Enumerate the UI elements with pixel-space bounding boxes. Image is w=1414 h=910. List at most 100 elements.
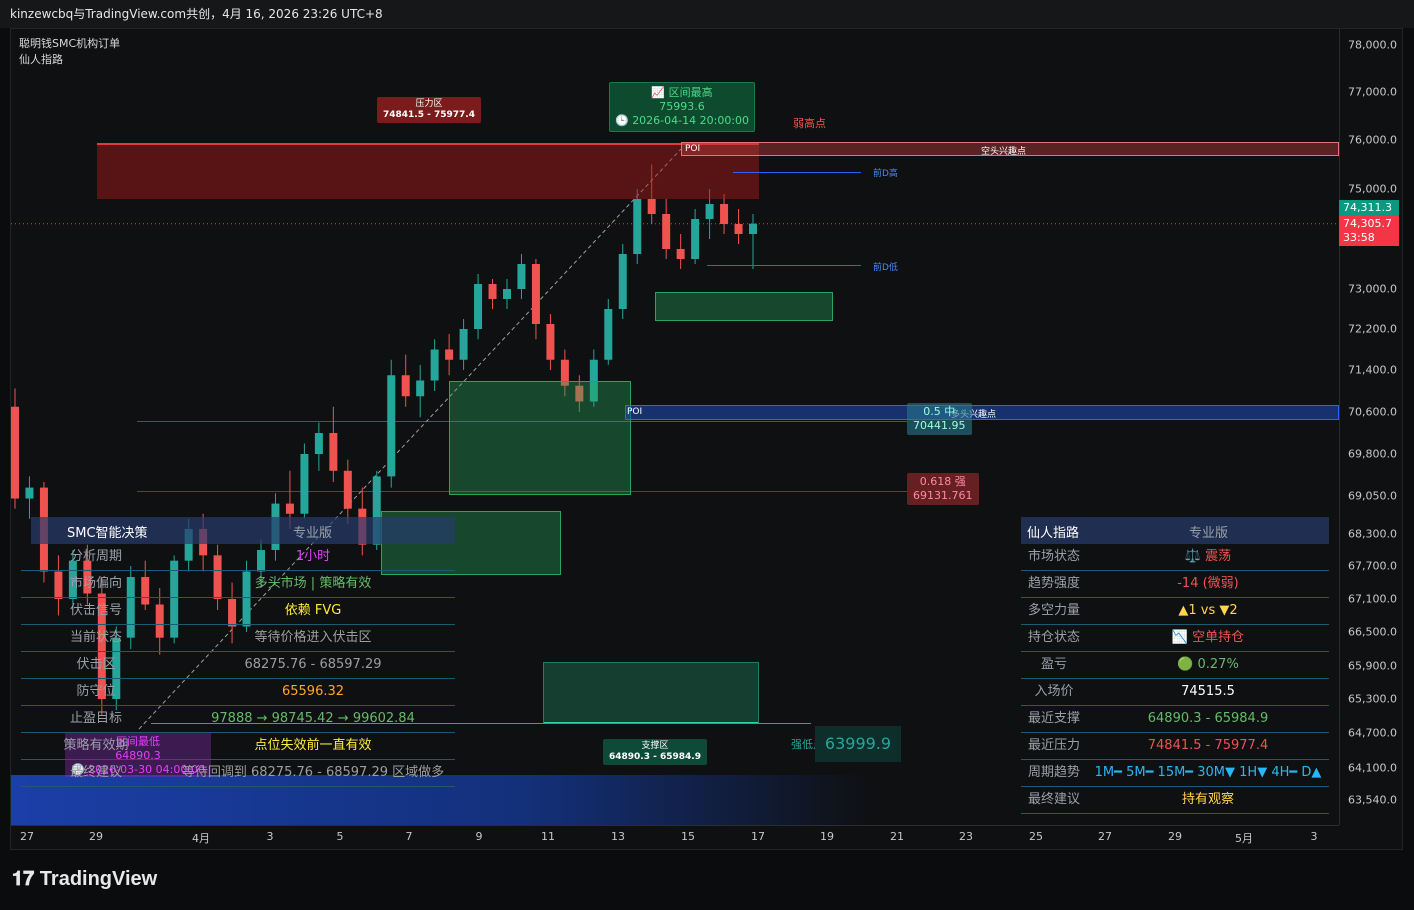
price-tick-label: 78,000.0 [1348,38,1397,52]
xr-row: 入场价 74515.5 [1021,679,1329,706]
candle-body [401,375,410,397]
time-tick-label: 27 [20,830,34,843]
candle-body [285,503,294,514]
range-high-box: 📈 区间最高 75993.6 🕒 2026-04-14 20:00:00 [609,82,755,132]
prev-day-low-label: 前D低 [873,263,898,273]
prev-day-high-label: 前D高 [873,169,898,179]
range-high-value: 75993.6 [659,100,705,113]
strong-low-tag: 63999.9 [815,726,901,762]
tradingview-logo[interactable]: 𝟏𝟕 TradingView [12,868,157,891]
time-axis[interactable]: 27 29 4月 3 5 7 9 11 13 15 17 19 21 23 25 27 29 5月 3 [11,825,1339,849]
smc-row-value: 97888 → 98745.42 → 99602.84 [211,711,415,726]
candle-body [691,219,700,259]
tv-logo-icon: 𝟏𝟕 [12,868,40,890]
time-tick-label: 3 [266,830,274,843]
smc-row-label: 最终建议 [69,765,122,780]
xr-row-value: 64890.3 - 65984.9 [1147,711,1269,726]
price-tick-label: 65,900.0 [1348,659,1397,673]
fib-05-tag: 0.5 中 70441.95 [907,403,972,435]
smc-row: 伏击信号 依赖 FVG [21,598,455,625]
price-tag-current: 74,305.7 33:58 [1339,216,1399,246]
candle-body [11,406,19,499]
price-axis[interactable]: 78,000.0 77,000.0 76,000.0 75,000.0 73,000.0… [1339,29,1403,825]
xr-row-value: -14 (微弱) [1177,576,1239,591]
time-tick-label: 17 [751,830,765,843]
clock-icon: 🕒 [614,114,633,127]
xr-row: 持仓状态 📉 空单持仓 [1021,625,1329,652]
candle-body [459,329,468,360]
plot-area[interactable]: POI 空头兴趣点 弱高点 压力区 74841.5 - 75977.4 📈 区间… [11,29,1339,825]
price-tick-label: 67,100.0 [1348,592,1397,606]
fib-0618-value: 69131.761 [913,489,973,502]
xr-row-value: 74515.5 [1181,684,1235,699]
smc-row-value: 等待价格进入伏击区 [254,630,372,645]
xr-row-value: 📉 空单持仓 [1171,630,1245,645]
price-tick-label: 75,000.0 [1348,182,1397,196]
smc-row: 市场偏向 多头市场 | 策略有效 [21,571,455,598]
fib-05-label: 0.5 中 [923,405,956,418]
smc-row-value: 依赖 FVG [284,603,342,618]
smc-row-value: 等待回调到 68275.76 - 68597.29 区域做多 [181,765,445,780]
price-tick-label: 66,500.0 [1348,625,1397,639]
price-tick-label: 68,300.0 [1348,527,1397,541]
pressure-zone [97,143,759,199]
candle-body [734,224,743,234]
smc-panel-header: SMC智能决策 专业版 [31,517,455,544]
chart-area[interactable]: POI 空头兴趣点 弱高点 压力区 74841.5 - 75977.4 📈 区间… [10,28,1403,850]
weak-high-label: 弱高点 [793,117,826,130]
candle-body [445,349,454,360]
xr-row-value: ▲1 vs ▼2 [1178,603,1238,618]
indicator-name-2[interactable]: 仙人指路 [19,51,63,67]
candle-body [488,284,497,299]
candle-body [618,254,627,309]
time-tick-label: 19 [820,830,834,843]
fvg-zone-mid [449,381,631,495]
smc-row-label: 止盈目标 [69,711,122,726]
candle-body [503,289,511,299]
xr-row-label: 最终建议 [1027,792,1080,807]
smc-decision-panel: SMC智能决策 专业版 分析周期 1小时 市场偏向 多头市场 | 策略有效 伏击信号 依赖… [21,517,455,787]
candle-body [749,223,757,234]
xr-row-label: 持仓状态 [1027,630,1080,645]
price-tick-label: 65,300.0 [1348,692,1397,706]
xr-row: 最终建议 持有观察 [1021,787,1329,814]
xr-row-label: 入场价 [1034,684,1074,699]
range-high-time: 2026-04-14 20:00:00 [632,114,750,127]
candle-body [343,470,352,509]
support-zone [543,662,759,724]
price-tick-label: 69,050.0 [1348,489,1397,503]
price-tick-label: 63,540.0 [1348,793,1397,807]
xr-row-label: 最近压力 [1027,738,1080,753]
pressure-zone-range: 74841.5 - 75977.4 [383,110,475,120]
xr-row: 盈亏 🟢 0.27% [1021,652,1329,679]
candle-body [474,284,483,329]
smc-panel-title: SMC智能决策 [67,526,148,541]
smc-row-value: 1小时 [295,549,331,564]
indicator-name-1[interactable]: 聪明钱SMC机构订单 [19,35,120,51]
xr-row-label: 盈亏 [1040,657,1067,672]
fib-0618-tag: 0.618 强 69131.761 [907,473,979,505]
xr-panel-header: 仙人指路 专业版 [1021,517,1329,544]
chart-icon: 📈 [651,86,669,99]
smc-row-label: 当前状态 [69,630,122,645]
pressure-zone-title: 压力区 [415,99,443,109]
price-tick-label: 67,700.0 [1348,559,1397,573]
candle-body [531,264,540,324]
smc-panel-edition: 专业版 [293,526,333,541]
candle-body [546,324,555,360]
xr-row-value: 🟢 0.27% [1177,657,1239,672]
support-zone-tag: 支撑区 64890.3 - 65984.9 [603,739,707,765]
candle-body [430,349,439,381]
range-high-title: 区间最高 [668,86,713,99]
smc-row-label: 市场偏向 [69,576,122,591]
time-tick-label: 29 [1168,830,1182,843]
candle-body [647,199,656,214]
xr-row-value: 持有观察 [1181,792,1234,807]
time-tick-label: 5月 [1235,832,1253,845]
support-zone-range: 64890.3 - 65984.9 [609,752,701,762]
smc-row-label: 伏击信号 [69,603,122,618]
time-tick-label: 15 [681,830,695,843]
xr-row-label: 周期趋势 [1027,765,1080,780]
xr-row: 最近支撑 64890.3 - 65984.9 [1021,706,1329,733]
price-tag-high: 74,311.3 [1339,200,1399,216]
